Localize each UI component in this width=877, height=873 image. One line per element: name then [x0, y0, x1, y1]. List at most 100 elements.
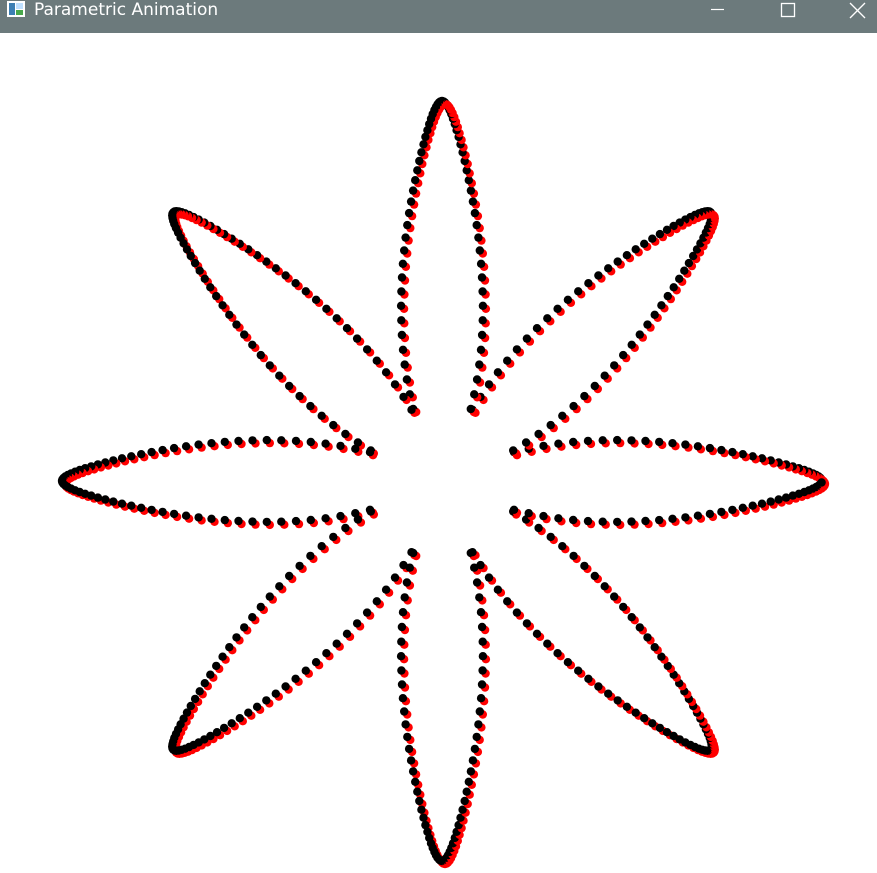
curve-dot — [554, 514, 563, 523]
curve-dot — [415, 156, 424, 166]
curve-dot — [332, 639, 341, 648]
curve-dot — [147, 447, 156, 457]
curve-dot — [477, 330, 487, 340]
curve-dot — [590, 381, 599, 391]
curve-dot — [390, 380, 400, 389]
curve-dot — [291, 674, 300, 683]
curve-dot — [705, 509, 715, 519]
curve-dot — [117, 499, 127, 508]
curve-dot — [748, 501, 757, 510]
curve-dot — [475, 707, 484, 716]
curve-dot — [553, 649, 562, 658]
curve-dot — [285, 381, 294, 391]
curve-dot — [468, 756, 478, 765]
curve-dot — [635, 623, 644, 632]
curve-dot — [493, 585, 503, 594]
curve-dot — [248, 613, 257, 622]
curve-dot — [534, 523, 543, 533]
curve-dot — [472, 220, 481, 230]
curve-dot — [219, 723, 229, 733]
curve-dot — [419, 140, 428, 149]
curve-dot — [584, 279, 593, 288]
curve-dot — [594, 682, 603, 691]
curve-dot — [400, 593, 409, 602]
curve-dot — [509, 446, 518, 455]
curve-dot — [366, 507, 375, 516]
curve-dot — [522, 334, 532, 343]
curve-dot — [669, 283, 678, 292]
curve-dot — [650, 310, 659, 319]
curve-dot — [604, 689, 613, 698]
curve-dot — [619, 350, 628, 360]
curve-dot — [546, 420, 555, 430]
curve-dot — [600, 371, 609, 380]
curve-dot — [336, 441, 345, 451]
curve-dot — [218, 652, 227, 661]
curve-dot — [402, 375, 412, 384]
curve-dot — [558, 411, 567, 420]
curve-dot — [419, 813, 428, 822]
curve-dot — [474, 233, 483, 242]
curve-dot — [101, 495, 110, 504]
curve-dot — [398, 608, 408, 617]
curve-dot — [738, 450, 747, 459]
curve-dot — [766, 497, 775, 506]
curve-dot — [271, 689, 280, 698]
curve-dot — [400, 707, 409, 716]
curve-dot — [728, 505, 737, 515]
curve-dot — [351, 444, 360, 453]
curve-dot — [321, 514, 330, 523]
curve-dot — [275, 582, 284, 591]
curve-dot — [317, 411, 326, 420]
curve-dot — [200, 679, 209, 688]
curve-dot — [417, 805, 426, 814]
curve-dot — [598, 436, 607, 445]
curve-dot — [680, 266, 689, 275]
curve-dot — [372, 597, 381, 606]
curve-dot — [399, 392, 408, 402]
curve-dot — [643, 320, 652, 329]
curve-dot — [613, 517, 622, 527]
curve-dot — [329, 420, 338, 430]
curve-dot — [470, 744, 480, 754]
curve-dot — [372, 356, 381, 365]
curve-dot — [472, 375, 482, 384]
curve-dot — [631, 708, 640, 717]
curve-dot — [190, 694, 200, 704]
curve-dot — [311, 658, 321, 667]
curve-dot — [109, 497, 118, 506]
curve-dot — [476, 694, 486, 703]
curve-dot — [336, 511, 345, 521]
curve-dot — [405, 563, 414, 572]
curve-dot — [668, 514, 677, 523]
curve-dot — [265, 361, 274, 370]
curve-dot — [207, 514, 216, 523]
curve-dot — [362, 608, 372, 617]
curve-dot — [684, 258, 694, 268]
curve-dot — [158, 507, 167, 517]
curve-dot — [693, 442, 703, 451]
curve-dot — [301, 666, 310, 675]
curve-dot — [207, 439, 216, 448]
curve-dot — [476, 345, 486, 354]
curve-dot — [641, 436, 650, 446]
curve-dot — [553, 304, 562, 313]
curve-dot — [291, 436, 301, 446]
curve-dot — [470, 208, 480, 218]
curve-dot — [365, 448, 375, 457]
curve-dot — [408, 767, 418, 776]
curve-dot — [622, 702, 632, 711]
curve-dot — [693, 511, 703, 520]
curve-dot — [478, 301, 488, 310]
curve-dot — [397, 273, 407, 282]
curve-dot — [256, 350, 265, 360]
curve-dot — [397, 622, 407, 632]
curve-dot — [275, 371, 284, 380]
curve-dot — [352, 334, 362, 343]
curve-dot — [93, 493, 103, 502]
curve-dot — [397, 666, 406, 675]
curve-dot — [397, 637, 406, 646]
curve-dot — [563, 658, 573, 667]
curve-dot — [248, 436, 257, 445]
curve-dot — [234, 516, 243, 526]
